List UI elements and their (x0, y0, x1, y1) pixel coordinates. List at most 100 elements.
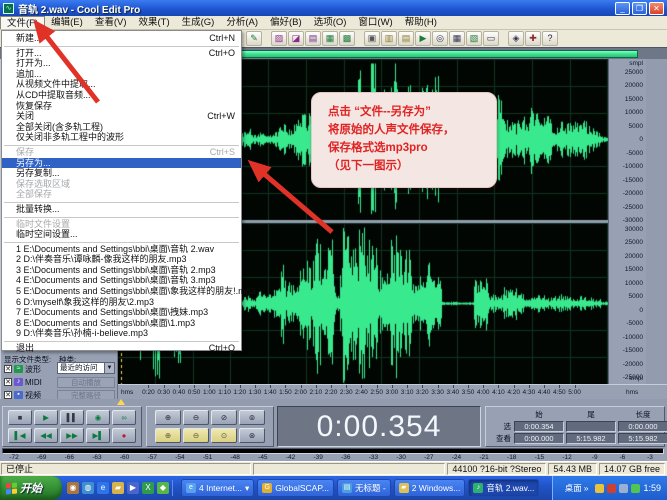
zoom-selection-button[interactable]: ⊚ (239, 410, 265, 425)
time-display[interactable]: 0:00.354 (277, 406, 481, 447)
file-menu-item-19[interactable]: 批量转换... (2, 204, 241, 215)
transport-window-icon[interactable]: ▧ (466, 31, 482, 46)
file-menu-item-32[interactable]: 9 D:\伴奏音乐\孙楠-i-believe.mp3 (2, 328, 241, 339)
file-menu-item-15[interactable]: 另存复制... (2, 168, 241, 179)
file-menu-item-26[interactable]: 3 E:\Documents and Settings\bbi\桌面\音轨 2.… (2, 265, 241, 276)
rewind-button[interactable]: ◀◀ (34, 428, 58, 443)
tray-volume-icon[interactable] (619, 483, 629, 493)
zoom-out-button[interactable]: ⊖ (183, 410, 209, 425)
file-type-checkbox[interactable]: ✕ (4, 391, 12, 399)
menu-item-6[interactable]: 分析(A) (220, 16, 264, 29)
playback-cursor-marker[interactable] (117, 399, 125, 405)
file-menu-item-27[interactable]: 4 E:\Documents and Settings\bbi\桌面\音轨 3.… (2, 275, 241, 286)
cue-list-icon[interactable]: ▤ (398, 31, 414, 46)
menu-item-8[interactable]: 选项(O) (308, 16, 353, 29)
file-menu-item-21[interactable]: 临时文件设置 (2, 219, 241, 230)
view-waveform-icon[interactable]: ▨ (271, 31, 287, 46)
menu-item-3[interactable]: 查看(V) (89, 16, 133, 29)
restore-button[interactable]: ❐ (632, 1, 647, 15)
zoom-right-button[interactable]: ⊛ (239, 428, 265, 443)
view-cd-project-icon[interactable]: ▦ (322, 31, 338, 46)
start-button[interactable]: 开始 (0, 476, 62, 500)
file-menu-item-31[interactable]: 8 E:\Documents and Settings\bbi\桌面\1.mp3 (2, 318, 241, 329)
settings-icon[interactable]: ◈ (508, 31, 524, 46)
file-menu-item-3[interactable]: 打开... Ctrl+O (2, 48, 241, 59)
scripts-icon[interactable]: ✚ (525, 31, 541, 46)
quicklaunch-folder-icon[interactable]: ▰ (112, 482, 124, 494)
file-menu-item-22[interactable]: 临时空间设置... (2, 229, 241, 240)
quicklaunch-compass-icon[interactable]: ◉ (67, 482, 79, 494)
taskbar-window-button-2[interactable]: G GlobalSCAP... (257, 479, 334, 497)
file-menu-item-16[interactable]: 保存选取区域 (2, 179, 241, 190)
level-meter[interactable]: -72 -69 -66 -63 -60 -57 -54 -51 -48 -45 -42 -39 -36 -… (0, 447, 667, 461)
view-spectral-icon[interactable]: ◪ (288, 31, 304, 46)
tray-phone-icon[interactable] (631, 483, 641, 493)
file-menu-item-34[interactable]: 退出 Ctrl+Q (2, 343, 241, 354)
organizer-window-icon[interactable]: ▥ (381, 31, 397, 46)
chevron-down-icon[interactable]: ▼ (104, 363, 114, 373)
zoom-window-icon[interactable]: ◎ (432, 31, 448, 46)
file-menu-item-7[interactable]: 从CD中提取音频... (2, 90, 241, 101)
file-menu-item-17[interactable]: 全部保存 (2, 189, 241, 200)
tray-update-icon[interactable] (607, 483, 617, 493)
desktop-toolbar[interactable]: 桌面 » (561, 482, 593, 494)
file-menu-item-13[interactable]: 保存 Ctrl+S (2, 147, 241, 158)
quicklaunch-messenger-icon[interactable]: ◆ (157, 482, 169, 494)
timeline-ruler[interactable]: hms hms 0:20 0:30 0:40 0:50 1:00 1:10 1:20 1:30 1:… (118, 384, 667, 399)
menu-item-2[interactable]: 编辑(E) (45, 16, 89, 29)
taskbar-clock[interactable]: 1:59 (643, 483, 661, 493)
file-menu-item-1[interactable]: 新建... Ctrl+N (2, 33, 241, 44)
fast-forward-button[interactable]: ▶▶ (60, 428, 84, 443)
zoom-in-vertical-button[interactable]: ⊕ (155, 428, 181, 443)
file-type-checkbox[interactable]: ✕ (4, 365, 12, 373)
file-menu-item-25[interactable]: 2 D:\伴奏音乐\谭咏麟-像我这样的朋友.mp3 (2, 254, 241, 265)
taskbar-window-button-5[interactable]: ♪ 音轨 2.wav... (468, 479, 540, 497)
pause-button[interactable]: ▌▌ (60, 410, 84, 425)
play-button[interactable]: ▶ (34, 410, 58, 425)
file-menu-item-5[interactable]: 追加... (2, 69, 241, 80)
play-list-icon[interactable]: ▶ (415, 31, 431, 46)
help-icon[interactable]: ? (542, 31, 558, 46)
file-menu-item-10[interactable]: 全部关闭(含多轨工程) (2, 122, 241, 133)
sort-select[interactable]: 最近的访问 ▼ (57, 362, 115, 374)
taskbar-window-button-3[interactable]: ▤ 无标题 - (337, 479, 391, 497)
quicklaunch-ie-icon[interactable]: e (97, 482, 109, 494)
file-menu-item-6[interactable]: 从视频文件中提取... (2, 79, 241, 90)
file-menu-item-9[interactable]: 关闭 Ctrl+W (2, 111, 241, 122)
menu-item-5[interactable]: 生成(G) (176, 16, 221, 29)
file-menu-item-4[interactable]: 打开为... (2, 58, 241, 69)
time-window-icon[interactable]: ▦ (449, 31, 465, 46)
auto-play-button[interactable]: 自动播放 (57, 377, 115, 388)
go-to-end-button[interactable]: ▶▌ (86, 428, 110, 443)
close-button[interactable]: ✕ (649, 1, 664, 15)
zoom-out-vertical-button[interactable]: ⊖ (183, 428, 209, 443)
tray-lock-icon[interactable] (595, 483, 605, 493)
minimize-button[interactable]: _ (615, 1, 630, 15)
file-menu-item-30[interactable]: 7 E:\Documents and Settings\bbi\桌面\拽妹.mp… (2, 307, 241, 318)
menu-item-1[interactable]: 文件(F) (0, 16, 46, 29)
quicklaunch-media-icon[interactable]: ▶ (127, 482, 139, 494)
zoom-in-button[interactable]: ⊕ (155, 410, 181, 425)
stop-button[interactable]: ■ (8, 410, 32, 425)
menu-item-9[interactable]: 窗口(W) (352, 16, 398, 29)
zoom-left-button[interactable]: ⊙ (211, 428, 237, 443)
file-type-checkbox[interactable]: ✕ (4, 378, 12, 386)
open-window-icon[interactable]: ▣ (364, 31, 380, 46)
taskbar-window-button-4[interactable]: ▰ 2 Windows... (393, 479, 466, 497)
menu-item-4[interactable]: 效果(T) (132, 16, 175, 29)
zoom-full-button[interactable]: ⊘ (211, 410, 237, 425)
quicklaunch-excel-icon[interactable]: X (142, 482, 154, 494)
view-session-icon[interactable]: ▩ (339, 31, 355, 46)
file-menu-item-29[interactable]: 6 D:\myself\象我这样的朋友\2.mp3 (2, 297, 241, 308)
file-menu-item-8[interactable]: 恢复保存 (2, 101, 241, 112)
amplitude-ruler[interactable]: smpl 25000 20000 15000 10000 5000 0 -5000 -10000… (608, 59, 646, 384)
menu-item-7[interactable]: 偏好(B) (264, 16, 308, 29)
go-to-start-button[interactable]: ▌◀ (8, 428, 32, 443)
record-button[interactable]: ● (112, 428, 136, 443)
device-properties-icon[interactable]: ✎ (246, 31, 262, 46)
menu-item-10[interactable]: 帮助(H) (399, 16, 443, 29)
file-menu-item-11[interactable]: 仅关闭非多轨工程中的波形 (2, 132, 241, 143)
file-menu-item-28[interactable]: 5 E:\Documents and Settings\bbi\桌面\象我这样的… (2, 286, 256, 297)
play-looped-button[interactable]: ◉ (86, 410, 110, 425)
file-menu-item-14[interactable]: 另存为... (2, 157, 241, 169)
